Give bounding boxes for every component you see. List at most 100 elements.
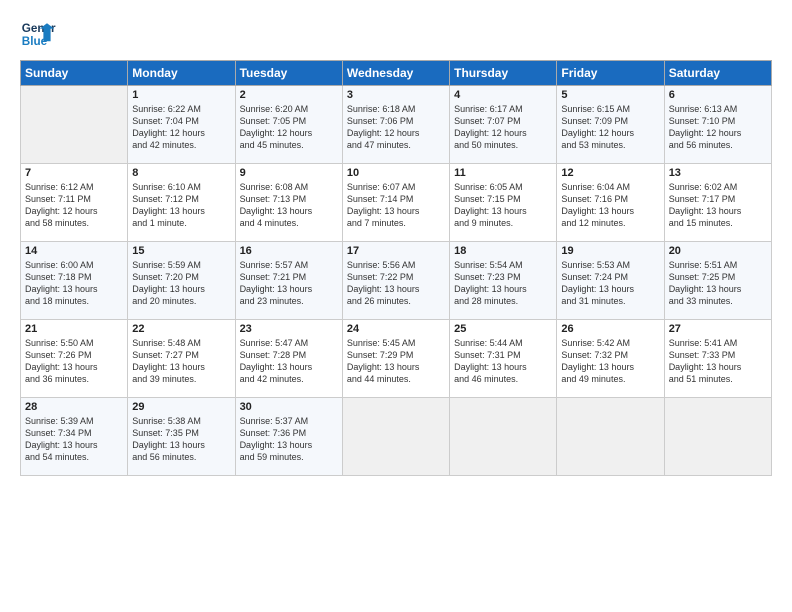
calendar-cell: 26Sunrise: 5:42 AM Sunset: 7:32 PM Dayli… (557, 320, 664, 398)
day-details: Sunrise: 5:59 AM Sunset: 7:20 PM Dayligh… (132, 259, 230, 308)
day-details: Sunrise: 5:38 AM Sunset: 7:35 PM Dayligh… (132, 415, 230, 464)
day-details: Sunrise: 5:47 AM Sunset: 7:28 PM Dayligh… (240, 337, 338, 386)
day-number: 16 (240, 245, 338, 257)
calendar-cell: 30Sunrise: 5:37 AM Sunset: 7:36 PM Dayli… (235, 398, 342, 476)
day-details: Sunrise: 5:56 AM Sunset: 7:22 PM Dayligh… (347, 259, 445, 308)
calendar-week-1: 1Sunrise: 6:22 AM Sunset: 7:04 PM Daylig… (21, 86, 772, 164)
day-details: Sunrise: 5:48 AM Sunset: 7:27 PM Dayligh… (132, 337, 230, 386)
day-details: Sunrise: 6:18 AM Sunset: 7:06 PM Dayligh… (347, 103, 445, 152)
day-number: 4 (454, 89, 552, 101)
calendar-cell: 20 Sunrise: 5:51 AM Sunset: 7:25 PM Dayli… (664, 242, 771, 320)
day-details: Sunrise: 6:05 AM Sunset: 7:15 PM Dayligh… (454, 181, 552, 230)
day-number: 3 (347, 89, 445, 101)
day-details: Sunrise: 6:00 AM Sunset: 7:18 PM Dayligh… (25, 259, 123, 308)
day-details: Sunrise: 6:13 AM Sunset: 7:10 PM Dayligh… (669, 103, 767, 152)
day-number: 20 (669, 245, 767, 257)
day-details: Sunrise: 5:50 AM Sunset: 7:26 PM Dayligh… (25, 337, 123, 386)
day-details: Sunrise: 6:15 AM Sunset: 7:09 PM Dayligh… (561, 103, 659, 152)
day-details: Sunrise: 6:17 AM Sunset: 7:07 PM Dayligh… (454, 103, 552, 152)
day-number: 6 (669, 89, 767, 101)
calendar-cell: 9 Sunrise: 6:08 AM Sunset: 7:13 PM Daylig… (235, 164, 342, 242)
weekday-header-wednesday: Wednesday (342, 61, 449, 86)
calendar-week-5: 28Sunrise: 5:39 AM Sunset: 7:34 PM Dayli… (21, 398, 772, 476)
day-number: 23 (240, 323, 338, 335)
calendar-cell: 28Sunrise: 5:39 AM Sunset: 7:34 PM Dayli… (21, 398, 128, 476)
day-details: Sunrise: 6:10 AM Sunset: 7:12 PM Dayligh… (132, 181, 230, 230)
day-details: Sunrise: 5:54 AM Sunset: 7:23 PM Dayligh… (454, 259, 552, 308)
calendar-cell (664, 398, 771, 476)
weekday-header-monday: Monday (128, 61, 235, 86)
weekday-header-tuesday: Tuesday (235, 61, 342, 86)
day-number: 11 (454, 167, 552, 179)
calendar-cell: 1Sunrise: 6:22 AM Sunset: 7:04 PM Daylig… (128, 86, 235, 164)
calendar-cell: 29 Sunrise: 5:38 AM Sunset: 7:35 PM Dayli… (128, 398, 235, 476)
calendar-cell: 17 Sunrise: 5:56 AM Sunset: 7:22 PM Dayli… (342, 242, 449, 320)
day-number: 2 (240, 89, 338, 101)
calendar-cell: 8 Sunrise: 6:10 AM Sunset: 7:12 PM Daylig… (128, 164, 235, 242)
header: General Blue (20, 16, 772, 52)
day-number: 25 (454, 323, 552, 335)
calendar-cell (557, 398, 664, 476)
day-details: Sunrise: 6:22 AM Sunset: 7:04 PM Dayligh… (132, 103, 230, 152)
day-number: 22 (132, 323, 230, 335)
calendar-cell: 5 Sunrise: 6:15 AM Sunset: 7:09 PM Daylig… (557, 86, 664, 164)
day-number: 15 (132, 245, 230, 257)
logo-icon: General Blue (20, 16, 56, 52)
calendar-cell: 15 Sunrise: 5:59 AM Sunset: 7:20 PM Dayli… (128, 242, 235, 320)
calendar-table: SundayMondayTuesdayWednesdayThursdayFrid… (20, 60, 772, 476)
calendar-cell (450, 398, 557, 476)
calendar-week-2: 7 Sunrise: 6:12 AM Sunset: 7:11 PM Daylig… (21, 164, 772, 242)
day-details: Sunrise: 6:12 AM Sunset: 7:11 PM Dayligh… (25, 181, 123, 230)
calendar-cell: 6 Sunrise: 6:13 AM Sunset: 7:10 PM Daylig… (664, 86, 771, 164)
calendar-cell: 18 Sunrise: 5:54 AM Sunset: 7:23 PM Dayli… (450, 242, 557, 320)
weekday-header-saturday: Saturday (664, 61, 771, 86)
day-number: 9 (240, 167, 338, 179)
calendar-cell: 12 Sunrise: 6:04 AM Sunset: 7:16 PM Dayli… (557, 164, 664, 242)
calendar-cell: 14 Sunrise: 6:00 AM Sunset: 7:18 PM Dayli… (21, 242, 128, 320)
logo: General Blue (20, 16, 56, 52)
calendar-cell: 23 Sunrise: 5:47 AM Sunset: 7:28 PM Dayli… (235, 320, 342, 398)
day-number: 24 (347, 323, 445, 335)
calendar-cell: 19 Sunrise: 5:53 AM Sunset: 7:24 PM Dayli… (557, 242, 664, 320)
calendar-cell: 11 Sunrise: 6:05 AM Sunset: 7:15 PM Dayli… (450, 164, 557, 242)
weekday-header-sunday: Sunday (21, 61, 128, 86)
calendar-week-4: 21 Sunrise: 5:50 AM Sunset: 7:26 PM Dayli… (21, 320, 772, 398)
calendar-cell: 24 Sunrise: 5:45 AM Sunset: 7:29 PM Dayli… (342, 320, 449, 398)
day-number: 19 (561, 245, 659, 257)
calendar-cell: 13Sunrise: 6:02 AM Sunset: 7:17 PM Dayli… (664, 164, 771, 242)
weekday-header-friday: Friday (557, 61, 664, 86)
day-details: Sunrise: 5:57 AM Sunset: 7:21 PM Dayligh… (240, 259, 338, 308)
calendar-cell: 2 Sunrise: 6:20 AM Sunset: 7:05 PM Daylig… (235, 86, 342, 164)
day-details: Sunrise: 5:53 AM Sunset: 7:24 PM Dayligh… (561, 259, 659, 308)
day-details: Sunrise: 5:39 AM Sunset: 7:34 PM Dayligh… (25, 415, 123, 464)
day-number: 27 (669, 323, 767, 335)
day-details: Sunrise: 5:51 AM Sunset: 7:25 PM Dayligh… (669, 259, 767, 308)
day-details: Sunrise: 6:20 AM Sunset: 7:05 PM Dayligh… (240, 103, 338, 152)
day-details: Sunrise: 5:45 AM Sunset: 7:29 PM Dayligh… (347, 337, 445, 386)
calendar-cell: 22 Sunrise: 5:48 AM Sunset: 7:27 PM Dayli… (128, 320, 235, 398)
day-number: 12 (561, 167, 659, 179)
svg-text:General: General (22, 22, 56, 35)
day-details: Sunrise: 6:04 AM Sunset: 7:16 PM Dayligh… (561, 181, 659, 230)
day-number: 14 (25, 245, 123, 257)
day-number: 17 (347, 245, 445, 257)
day-number: 10 (347, 167, 445, 179)
calendar-week-3: 14 Sunrise: 6:00 AM Sunset: 7:18 PM Dayli… (21, 242, 772, 320)
day-number: 5 (561, 89, 659, 101)
day-details: Sunrise: 5:41 AM Sunset: 7:33 PM Dayligh… (669, 337, 767, 386)
day-details: Sunrise: 6:07 AM Sunset: 7:14 PM Dayligh… (347, 181, 445, 230)
day-number: 7 (25, 167, 123, 179)
calendar-cell (342, 398, 449, 476)
day-details: Sunrise: 6:08 AM Sunset: 7:13 PM Dayligh… (240, 181, 338, 230)
calendar-cell: 25 Sunrise: 5:44 AM Sunset: 7:31 PM Dayli… (450, 320, 557, 398)
calendar-cell: 16 Sunrise: 5:57 AM Sunset: 7:21 PM Dayli… (235, 242, 342, 320)
weekday-header-thursday: Thursday (450, 61, 557, 86)
calendar-cell: 7 Sunrise: 6:12 AM Sunset: 7:11 PM Daylig… (21, 164, 128, 242)
day-number: 21 (25, 323, 123, 335)
day-number: 8 (132, 167, 230, 179)
day-number: 18 (454, 245, 552, 257)
day-number: 29 (132, 401, 230, 413)
day-details: Sunrise: 5:37 AM Sunset: 7:36 PM Dayligh… (240, 415, 338, 464)
day-details: Sunrise: 5:44 AM Sunset: 7:31 PM Dayligh… (454, 337, 552, 386)
page-container: General Blue SundayMondayTuesdayWednesda… (0, 0, 792, 486)
